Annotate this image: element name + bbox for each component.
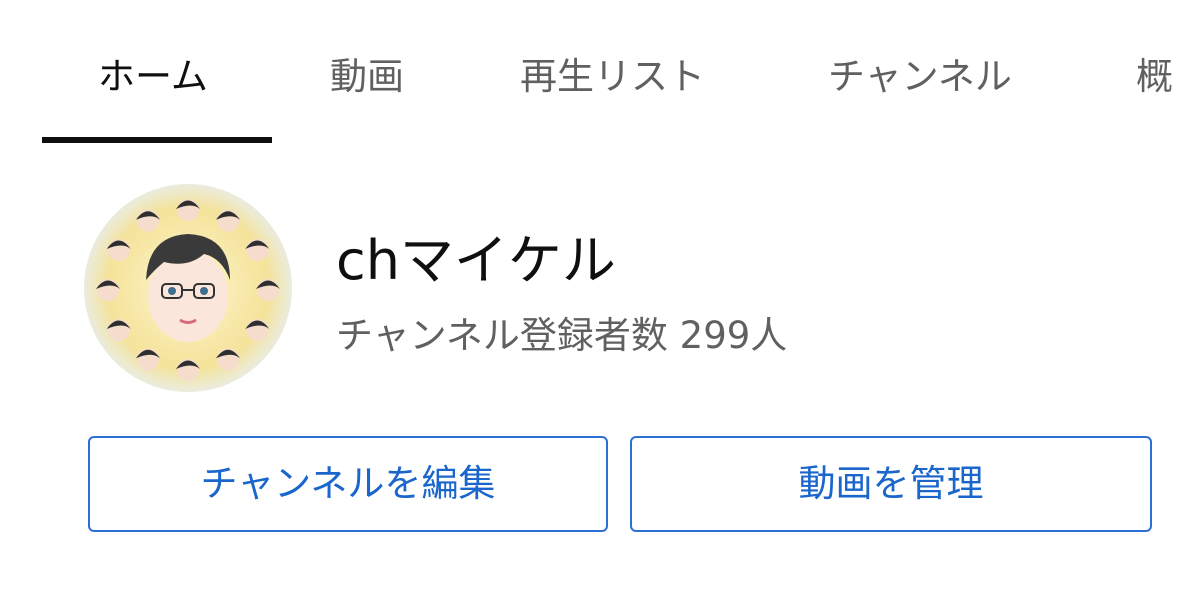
active-tab-indicator (42, 137, 272, 143)
tab-about[interactable]: 概 (1136, 52, 1173, 102)
manage-videos-button[interactable]: 動画を管理 (630, 436, 1152, 532)
tab-playlists[interactable]: 再生リスト (520, 52, 705, 102)
tab-videos[interactable]: 動画 (330, 52, 404, 102)
avatar-small-face (216, 209, 240, 232)
edit-channel-button[interactable]: チャンネルを編集 (88, 436, 608, 532)
avatar-small-face (96, 279, 120, 301)
avatar-small-face (245, 239, 270, 261)
channel-avatar[interactable] (84, 184, 292, 392)
avatar-small-face (245, 319, 270, 341)
avatar-small-face (256, 279, 280, 301)
avatar-small-face (106, 239, 131, 261)
channel-page: ホーム 動画 再生リスト チャンネル 概 chマイケル チャンネル登録者数 29… (0, 0, 1200, 600)
tab-channels[interactable]: チャンネル (828, 52, 1012, 102)
avatar-image (96, 199, 280, 381)
avatar-small-face (136, 209, 160, 232)
channel-tabs: ホーム 動画 再生リスト チャンネル 概 (0, 0, 1200, 146)
avatar-small-face (106, 319, 131, 341)
avatar-small-face (176, 359, 200, 381)
avatar-small-face (216, 348, 240, 371)
channel-name: chマイケル (336, 229, 616, 292)
subscriber-count: チャンネル登録者数 299人 (336, 314, 788, 357)
avatar-small-face (136, 348, 160, 371)
tab-home[interactable]: ホーム (98, 52, 208, 102)
avatar-center-face (146, 234, 230, 342)
avatar-small-face (176, 199, 200, 221)
